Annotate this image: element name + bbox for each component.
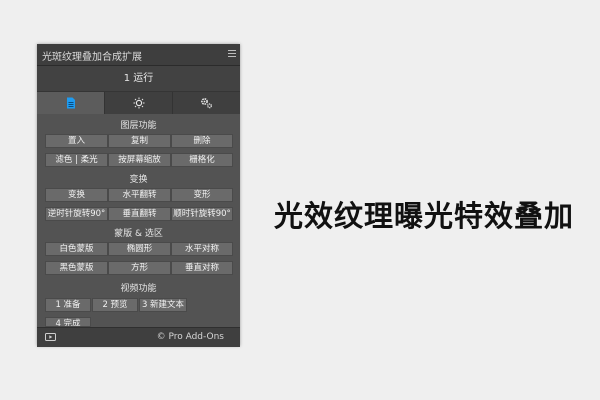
document-icon [66, 97, 75, 109]
flip-horizontal-button[interactable]: 水平翻转 [108, 188, 171, 202]
panel-footer: © Pro Add-Ons [37, 327, 240, 347]
new-text-button[interactable]: 3 新建文本 [139, 298, 187, 312]
tab-layers[interactable] [37, 92, 105, 114]
tab-light[interactable] [105, 92, 173, 114]
extension-panel: 光斑纹理叠加合成扩展 1 运行 图层功能 置入 复制 删除 滤色 | 柔光 按屏… [37, 44, 240, 347]
video-play-icon[interactable] [45, 333, 56, 341]
delete-button[interactable]: 删除 [171, 134, 233, 148]
section-title-mask: 蒙版 & 选区 [114, 229, 163, 239]
preview-button[interactable]: 2 预览 [92, 298, 138, 312]
headline-text: 光效纹理曝光特效叠加 [274, 199, 575, 233]
tab-settings[interactable] [173, 92, 240, 114]
rasterize-button[interactable]: 栅格化 [171, 153, 233, 167]
tab-bar [37, 92, 240, 114]
complete-button[interactable]: 4 完成 [45, 317, 91, 327]
copy-button[interactable]: 复制 [108, 134, 171, 148]
section-title-video: 视频功能 [120, 284, 157, 294]
panel-title: 光斑纹理叠加合成扩展 [42, 52, 142, 63]
transform-button[interactable]: 变换 [45, 188, 108, 202]
vertical-symmetry-button[interactable]: 垂直对称 [171, 261, 233, 275]
black-mask-button[interactable]: 黑色蒙版 [45, 261, 108, 275]
place-button[interactable]: 置入 [45, 134, 108, 148]
prepare-button[interactable]: 1 准备 [45, 298, 91, 312]
section-title-layer: 图层功能 [120, 121, 157, 131]
rotate-cw-button[interactable]: 顺时针旋转90° [171, 207, 233, 221]
rotate-ccw-button[interactable]: 逆时针旋转90° [45, 207, 108, 221]
filter-soft-light-button[interactable]: 滤色 | 柔光 [45, 153, 108, 167]
panel-menu-icon[interactable] [228, 50, 236, 57]
panel-titlebar: 光斑纹理叠加合成扩展 [37, 44, 240, 66]
gears-icon [201, 98, 212, 109]
warp-button[interactable]: 变形 [171, 188, 233, 202]
fit-screen-button[interactable]: 按屏幕缩放 [108, 153, 171, 167]
horizontal-symmetry-button[interactable]: 水平对称 [171, 242, 233, 256]
ellipse-button[interactable]: 椭圆形 [108, 242, 171, 256]
white-mask-button[interactable]: 白色蒙版 [45, 242, 108, 256]
run-button[interactable]: 1 运行 [37, 66, 240, 92]
footer-credit: © Pro Add-Ons [156, 332, 224, 342]
square-button[interactable]: 方形 [108, 261, 171, 275]
flip-vertical-button[interactable]: 垂直翻转 [108, 207, 171, 221]
sun-icon [133, 97, 144, 109]
section-title-transform: 变换 [129, 175, 148, 185]
